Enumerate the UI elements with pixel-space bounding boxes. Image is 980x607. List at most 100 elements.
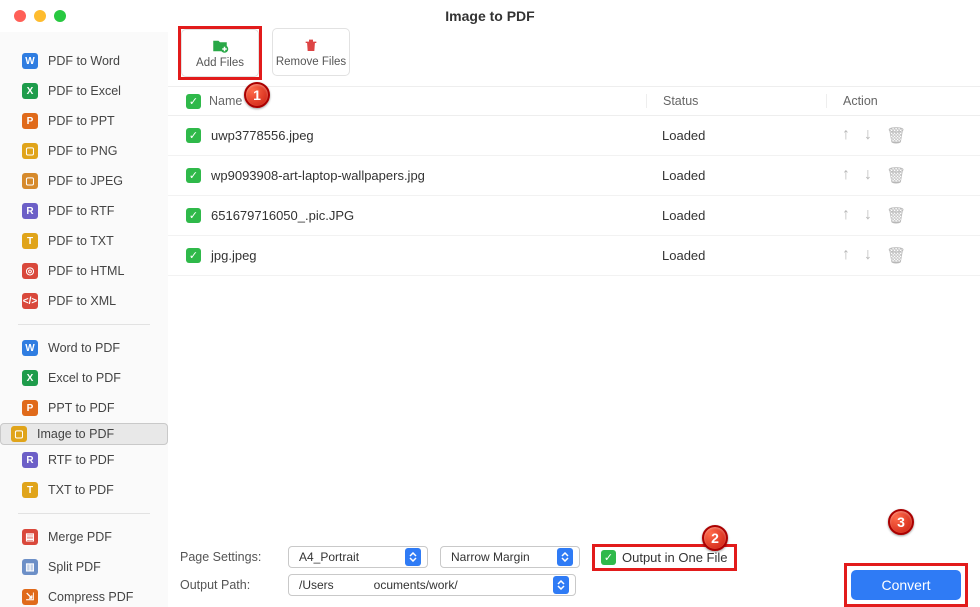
sidebar-item-label: Word to PDF bbox=[48, 341, 120, 355]
delete-icon[interactable]: 🗑 bbox=[886, 206, 906, 226]
format-icon: </> bbox=[22, 293, 38, 309]
format-icon: R bbox=[22, 452, 38, 468]
sidebar-item-compress-pdf[interactable]: ⇲ Compress PDF bbox=[0, 582, 168, 607]
sidebar-item-image-to-pdf[interactable]: ▢ Image to PDF bbox=[0, 423, 168, 445]
row-checkbox[interactable]: ✓ bbox=[186, 248, 201, 263]
table-row[interactable]: ✓ 651679716050_.pic.JPG Loaded ↑ ↓ 🗑 bbox=[168, 196, 980, 236]
sidebar-item-label: Image to PDF bbox=[37, 427, 114, 441]
margin-value: Narrow Margin bbox=[451, 550, 530, 564]
sidebar-item-split-pdf[interactable]: ▥Split PDF bbox=[0, 552, 168, 582]
annotation-badge-2: 2 bbox=[702, 525, 728, 551]
page-size-value: A4_Portrait bbox=[299, 550, 359, 564]
format-icon: ▢ bbox=[11, 426, 27, 442]
checkbox-icon: ✓ bbox=[601, 550, 616, 565]
margin-select[interactable]: Narrow Margin bbox=[440, 546, 580, 568]
file-status: Loaded bbox=[646, 248, 826, 263]
sidebar-item-pdf-to-xml[interactable]: </> PDF to XML bbox=[0, 286, 168, 316]
sidebar-item-pdf-to-excel[interactable]: X PDF to Excel bbox=[0, 76, 168, 106]
sidebar-item-ppt-to-pdf[interactable]: PPPT to PDF bbox=[0, 393, 168, 423]
toolbar: Add Files Remove Files bbox=[168, 22, 980, 80]
delete-icon[interactable]: 🗑 bbox=[886, 126, 906, 146]
format-icon: P bbox=[22, 113, 38, 129]
annotation-badge-3: 3 bbox=[888, 509, 914, 535]
sidebar-item-pdf-to-jpeg[interactable]: ▢ PDF to JPEG bbox=[0, 166, 168, 196]
file-name: jpg.jpeg bbox=[211, 248, 257, 263]
sidebar-item-label: PDF to XML bbox=[48, 294, 116, 308]
select-all-checkbox[interactable]: ✓ bbox=[186, 94, 201, 109]
format-icon: ⇲ bbox=[22, 589, 38, 605]
format-icon: X bbox=[22, 83, 38, 99]
sidebar-item-pdf-to-html[interactable]: ◎PDF to HTML bbox=[0, 256, 168, 286]
format-icon: ▥ bbox=[22, 559, 38, 575]
row-checkbox[interactable]: ✓ bbox=[186, 128, 201, 143]
sidebar-item-label: Compress PDF bbox=[48, 590, 133, 604]
format-icon: W bbox=[22, 53, 38, 69]
file-name: wp9093908-art-laptop-wallpapers.jpg bbox=[211, 168, 425, 183]
col-name-label: Name bbox=[209, 94, 242, 108]
row-checkbox[interactable]: ✓ bbox=[186, 168, 201, 183]
col-status-label: Status bbox=[646, 94, 826, 108]
sidebar-item-label: PDF to TXT bbox=[48, 234, 114, 248]
move-down-icon[interactable]: ↓ bbox=[864, 126, 872, 146]
format-icon: ▢ bbox=[22, 173, 38, 189]
sidebar-item-label: PDF to PPT bbox=[48, 114, 115, 128]
page-settings-label: Page Settings: bbox=[180, 550, 276, 564]
sidebar-item-label: PDF to JPEG bbox=[48, 174, 123, 188]
move-up-icon[interactable]: ↑ bbox=[842, 206, 850, 226]
delete-icon[interactable]: 🗑 bbox=[886, 166, 906, 186]
sidebar-item-pdf-to-png[interactable]: ▢ PDF to PNG bbox=[0, 136, 168, 166]
sidebar-item-label: PDF to Excel bbox=[48, 84, 121, 98]
file-name: uwp3778556.jpeg bbox=[211, 128, 314, 143]
annotation-box-convert: Convert bbox=[844, 563, 968, 607]
move-down-icon[interactable]: ↓ bbox=[864, 166, 872, 186]
sidebar-item-txt-to-pdf[interactable]: TTXT to PDF bbox=[0, 475, 168, 505]
move-down-icon[interactable]: ↓ bbox=[864, 246, 872, 266]
remove-files-button[interactable]: Remove Files bbox=[272, 28, 350, 76]
output-path-value: /Users ocuments/work/ bbox=[299, 578, 458, 592]
add-file-icon bbox=[211, 38, 229, 54]
chevron-updown-icon bbox=[553, 576, 569, 594]
output-path-label: Output Path: bbox=[180, 578, 276, 592]
delete-icon[interactable]: 🗑 bbox=[886, 246, 906, 266]
format-icon: ▢ bbox=[22, 143, 38, 159]
annotation-box-add-files: Add Files bbox=[178, 26, 262, 80]
format-icon: W bbox=[22, 340, 38, 356]
table-row[interactable]: ✓wp9093908-art-laptop-wallpapers.jpgLoad… bbox=[168, 156, 980, 196]
sidebar-item-rtf-to-pdf[interactable]: R RTF to PDF bbox=[0, 445, 168, 475]
page-size-select[interactable]: A4_Portrait bbox=[288, 546, 428, 568]
sidebar-item-label: PDF to HTML bbox=[48, 264, 124, 278]
add-files-label: Add Files bbox=[196, 57, 244, 69]
output-one-label: Output in One File bbox=[622, 550, 728, 565]
move-up-icon[interactable]: ↑ bbox=[842, 166, 850, 186]
sidebar-item-pdf-to-word[interactable]: WPDF to Word bbox=[0, 46, 168, 76]
sidebar: WPDF to Word X PDF to Excel P PDF to PPT ▢ PDF… bbox=[0, 32, 168, 607]
sidebar-item-excel-to-pdf[interactable]: X Excel to PDF bbox=[0, 363, 168, 393]
sidebar-item-label: PDF to PNG bbox=[48, 144, 117, 158]
chevron-down-icon bbox=[557, 548, 573, 566]
output-path-select[interactable]: /Users ocuments/work/ bbox=[288, 574, 576, 596]
sidebar-item-pdf-to-ppt[interactable]: P PDF to PPT bbox=[0, 106, 168, 136]
footer: Page Settings: A4_Portrait Narrow Margin… bbox=[180, 543, 968, 599]
add-files-button[interactable]: Add Files bbox=[181, 29, 259, 77]
sidebar-item-word-to-pdf[interactable]: W Word to PDF bbox=[0, 333, 168, 363]
move-up-icon[interactable]: ↑ bbox=[842, 126, 850, 146]
row-checkbox[interactable]: ✓ bbox=[186, 208, 201, 223]
move-down-icon[interactable]: ↓ bbox=[864, 206, 872, 226]
file-name: 651679716050_.pic.JPG bbox=[211, 208, 354, 223]
format-icon: T bbox=[22, 233, 38, 249]
file-list: ✓ uwp3778556.jpeg Loaded ↑ ↓ 🗑 ✓ wp9093908-art-… bbox=[168, 116, 980, 276]
sidebar-item-label: RTF to PDF bbox=[48, 453, 114, 467]
convert-button[interactable]: Convert bbox=[851, 570, 961, 600]
file-status: Loaded bbox=[646, 208, 826, 223]
sidebar-item-pdf-to-rtf[interactable]: RPDF to RTF bbox=[0, 196, 168, 226]
output-in-one-file-checkbox[interactable]: ✓ Output in One File bbox=[601, 550, 728, 565]
format-icon: T bbox=[22, 482, 38, 498]
sidebar-item-merge-pdf[interactable]: ▤Merge PDF bbox=[0, 522, 168, 552]
format-icon: X bbox=[22, 370, 38, 386]
chevron-down-icon bbox=[405, 548, 421, 566]
sidebar-item-pdf-to-txt[interactable]: T PDF to TXT bbox=[0, 226, 168, 256]
move-up-icon[interactable]: ↑ bbox=[842, 246, 850, 266]
table-row[interactable]: ✓uwp3778556.jpegLoaded↑↓🗑 bbox=[168, 116, 980, 156]
sidebar-item-label: Excel to PDF bbox=[48, 371, 121, 385]
table-row[interactable]: ✓ jpg.jpeg Loaded ↑ ↓ 🗑 bbox=[168, 236, 980, 276]
